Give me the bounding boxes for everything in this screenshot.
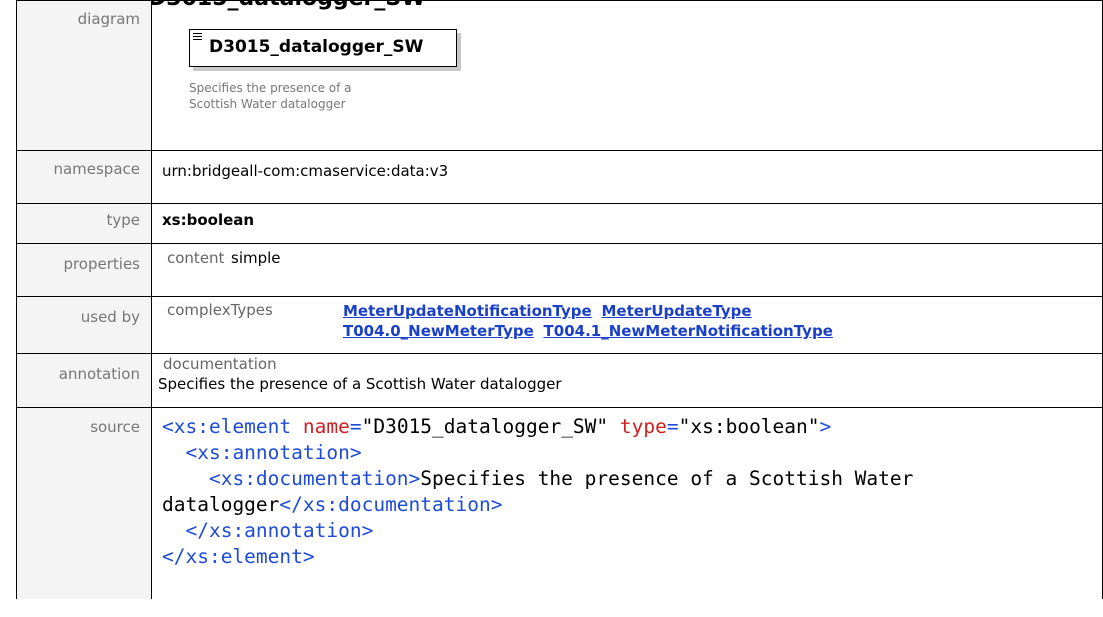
annotation-cell: documentation Specifies the presence of … (151, 353, 1103, 408)
properties-label: properties (16, 243, 152, 297)
link-t004-0-new-meter-type[interactable]: T004.0_NewMeterType (343, 322, 534, 340)
element-name: D3015_datalogger_SW (209, 37, 424, 57)
type-label: type (16, 203, 152, 244)
annotation-value: Specifies the presence of a Scottish Wat… (158, 375, 562, 393)
annotation-label: annotation (16, 353, 152, 408)
diagram-documentation: Specifies the presence of a Scottish Wat… (189, 81, 352, 111)
used-by-row: used by complexTypes MeterUpdateNotifica… (16, 296, 1103, 354)
used-by-cell: complexTypes MeterUpdateNotificationType… (151, 296, 1103, 354)
diagram-label: diagram (16, 0, 152, 151)
type-row: type xs:boolean (16, 203, 1103, 244)
link-t004-1-new-meter-notification-type[interactable]: T004.1_NewMeterNotificationType (544, 322, 833, 340)
link-meter-update-type[interactable]: MeterUpdateType (601, 302, 751, 320)
source-row: source <xs:element name="D3015_datalogge… (16, 407, 1103, 599)
namespace-row: namespace urn:bridgeall-com:cmaservice:d… (16, 150, 1103, 204)
properties-row: properties content simple (16, 243, 1103, 297)
properties-key: content (167, 249, 225, 267)
namespace-label: namespace (16, 150, 152, 204)
source-label: source (16, 407, 152, 599)
diagram-cell: D3015_datalogger_SW Specifies the presen… (151, 0, 1103, 151)
element-box: D3015_datalogger_SW (189, 29, 457, 67)
element-doc-table: diagram D3015_datalogger_SW Specifies th… (16, 0, 1103, 599)
used-by-key: complexTypes (167, 301, 273, 319)
properties-value: simple (231, 249, 281, 267)
link-meter-update-notification-type[interactable]: MeterUpdateNotificationType (343, 302, 592, 320)
annotation-row: annotation documentation Specifies the p… (16, 353, 1103, 408)
type-value: xs:boolean (151, 203, 1103, 244)
namespace-value: urn:bridgeall-com:cmaservice:data:v3 (151, 150, 1103, 204)
source-code: <xs:element name="D3015_datalogger_SW" t… (162, 415, 926, 568)
diagram-row: diagram D3015_datalogger_SW Specifies th… (16, 0, 1103, 151)
used-by-label: used by (16, 296, 152, 354)
element-diagram: D3015_datalogger_SW (189, 29, 461, 72)
source-cell: <xs:element name="D3015_datalogger_SW" t… (151, 407, 1103, 599)
properties-cell: content simple (151, 243, 1103, 297)
element-lines-icon (193, 33, 202, 42)
annotation-key: documentation (163, 355, 277, 373)
